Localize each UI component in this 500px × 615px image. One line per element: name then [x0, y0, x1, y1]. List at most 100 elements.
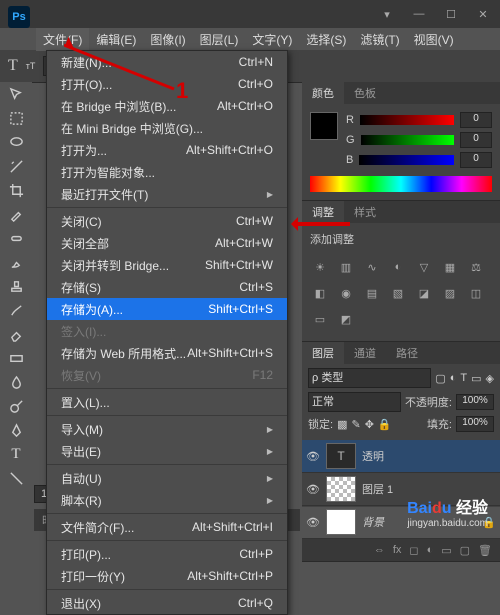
menu-item-30[interactable]: 退出(X)Ctrl+Q [47, 592, 287, 614]
tab-swatches[interactable]: 色板 [344, 82, 386, 104]
layer-row-0[interactable]: 👁T透明 [302, 440, 500, 473]
tab-adjustments[interactable]: 调整 [302, 201, 344, 223]
minimize-button[interactable]: — [406, 5, 432, 23]
menu-file[interactable]: 文件(F) [36, 28, 89, 51]
menu-item-4[interactable]: 打开为...Alt+Shift+Ctrl+O [47, 139, 287, 161]
wand-tool[interactable] [0, 154, 32, 178]
menu-item-1[interactable]: 打开(O)...Ctrl+O [47, 73, 287, 95]
fx-icon[interactable]: fx [393, 544, 402, 556]
menu-item-19[interactable]: 导入(M) [47, 418, 287, 440]
photo-filter-icon[interactable]: ◉ [336, 283, 356, 303]
menu-item-5[interactable]: 打开为智能对象... [47, 161, 287, 183]
menu-item-22[interactable]: 自动(U) [47, 467, 287, 489]
visibility-icon[interactable]: 👁 [306, 450, 320, 463]
posterize-icon[interactable]: ▨ [440, 283, 460, 303]
curves-icon[interactable]: ∿ [362, 257, 382, 277]
gradient-tool[interactable] [0, 346, 32, 370]
menu-type[interactable]: 文字(Y) [245, 28, 299, 51]
mixer-icon[interactable]: ▤ [362, 283, 382, 303]
brightness-icon[interactable]: ☀ [310, 257, 330, 277]
fill-value[interactable]: 100% [456, 416, 494, 432]
blend-mode-select[interactable]: 正常 [308, 392, 401, 412]
lock-trans-icon[interactable]: ▩ [337, 418, 347, 431]
filter-smart-icon[interactable]: ◈ [486, 372, 494, 385]
fill-adj-icon[interactable]: ◐ [427, 544, 434, 556]
menu-filter[interactable]: 滤镜(T) [353, 28, 406, 51]
selective-icon[interactable]: ◩ [336, 309, 356, 329]
group-icon[interactable]: ▭ [441, 544, 451, 557]
move-tool[interactable] [0, 82, 32, 106]
menu-item-0[interactable]: 新建(N)...Ctrl+N [47, 51, 287, 73]
crop-tool[interactable] [0, 178, 32, 202]
brush-tool[interactable] [0, 250, 32, 274]
filter-adj-icon[interactable]: ◐ [450, 372, 457, 384]
g-slider[interactable] [361, 135, 454, 145]
dodge-tool[interactable] [0, 394, 32, 418]
tab-color[interactable]: 颜色 [302, 82, 344, 104]
filter-image-icon[interactable]: ▢ [435, 372, 445, 385]
visibility-icon[interactable]: 👁 [306, 483, 320, 496]
link-icon[interactable]: ⇔ [374, 544, 385, 556]
filter-text-icon[interactable]: T [460, 372, 467, 384]
menu-item-2[interactable]: 在 Bridge 中浏览(B)...Alt+Ctrl+O [47, 95, 287, 117]
lock-pos-icon[interactable]: ✥ [365, 418, 374, 431]
menu-item-28[interactable]: 打印一份(Y)Alt+Shift+Ctrl+P [47, 565, 287, 587]
eyedropper-tool[interactable] [0, 202, 32, 226]
menu-edit[interactable]: 编辑(E) [89, 28, 143, 51]
g-value[interactable]: 0 [460, 132, 492, 148]
threshold-icon[interactable]: ◫ [466, 283, 486, 303]
gradient-map-icon[interactable]: ▭ [310, 309, 330, 329]
menu-item-9[interactable]: 关闭全部Alt+Ctrl+W [47, 232, 287, 254]
bw-icon[interactable]: ◧ [310, 283, 330, 303]
window-dropdown-button[interactable]: ▾ [374, 5, 400, 23]
hue-icon[interactable]: ▦ [440, 257, 460, 277]
lookup-icon[interactable]: ▧ [388, 283, 408, 303]
tab-channels[interactable]: 通道 [344, 342, 386, 364]
mask-icon[interactable]: ◻ [409, 544, 418, 557]
menu-item-6[interactable]: 最近打开文件(T) [47, 183, 287, 205]
path-tool[interactable] [0, 466, 32, 490]
menu-item-14[interactable]: 存储为 Web 所用格式...Alt+Shift+Ctrl+S [47, 342, 287, 364]
menu-select[interactable]: 选择(S) [299, 28, 353, 51]
close-button[interactable]: ✕ [470, 5, 496, 23]
levels-icon[interactable]: ▥ [336, 257, 356, 277]
lasso-tool[interactable] [0, 130, 32, 154]
new-layer-icon[interactable]: ▢ [460, 544, 470, 557]
menu-item-10[interactable]: 关闭并转到 Bridge...Shift+Ctrl+W [47, 254, 287, 276]
menu-item-27[interactable]: 打印(P)...Ctrl+P [47, 543, 287, 565]
maximize-button[interactable]: ☐ [438, 5, 464, 23]
marquee-tool[interactable] [0, 106, 32, 130]
pen-tool[interactable] [0, 418, 32, 442]
lock-all-icon[interactable]: 🔒 [378, 418, 392, 431]
menu-image[interactable]: 图像(I) [143, 28, 192, 51]
tab-paths[interactable]: 路径 [386, 342, 428, 364]
menu-item-8[interactable]: 关闭(C)Ctrl+W [47, 210, 287, 232]
tab-layers[interactable]: 图层 [302, 342, 344, 364]
tab-styles[interactable]: 样式 [344, 201, 386, 223]
type-tool[interactable]: T [0, 442, 32, 466]
vibrance-icon[interactable]: ▽ [414, 257, 434, 277]
b-value[interactable]: 0 [460, 152, 492, 168]
spectrum-strip[interactable] [310, 176, 492, 192]
heal-tool[interactable] [0, 226, 32, 250]
menu-layer[interactable]: 图层(L) [193, 28, 246, 51]
menu-item-11[interactable]: 存储(S)Ctrl+S [47, 276, 287, 298]
visibility-icon[interactable]: 👁 [306, 516, 320, 529]
menu-item-3[interactable]: 在 Mini Bridge 中浏览(G)... [47, 117, 287, 139]
exposure-icon[interactable]: ◐ [388, 257, 408, 277]
menu-item-25[interactable]: 文件简介(F)...Alt+Shift+Ctrl+I [47, 516, 287, 538]
stamp-tool[interactable] [0, 274, 32, 298]
menu-item-23[interactable]: 脚本(R) [47, 489, 287, 511]
history-brush-tool[interactable] [0, 298, 32, 322]
invert-icon[interactable]: ◪ [414, 283, 434, 303]
layer-filter-select[interactable]: ρ 类型 [308, 368, 431, 388]
menu-item-17[interactable]: 置入(L)... [47, 391, 287, 413]
eraser-tool[interactable] [0, 322, 32, 346]
trash-icon[interactable]: 🗑 [478, 544, 492, 557]
opacity-value[interactable]: 100% [456, 394, 494, 410]
filter-shape-icon[interactable]: ▭ [471, 372, 481, 385]
menu-item-20[interactable]: 导出(E) [47, 440, 287, 462]
menu-item-12[interactable]: 存储为(A)...Shift+Ctrl+S [47, 298, 287, 320]
r-value[interactable]: 0 [460, 112, 492, 128]
blur-tool[interactable] [0, 370, 32, 394]
